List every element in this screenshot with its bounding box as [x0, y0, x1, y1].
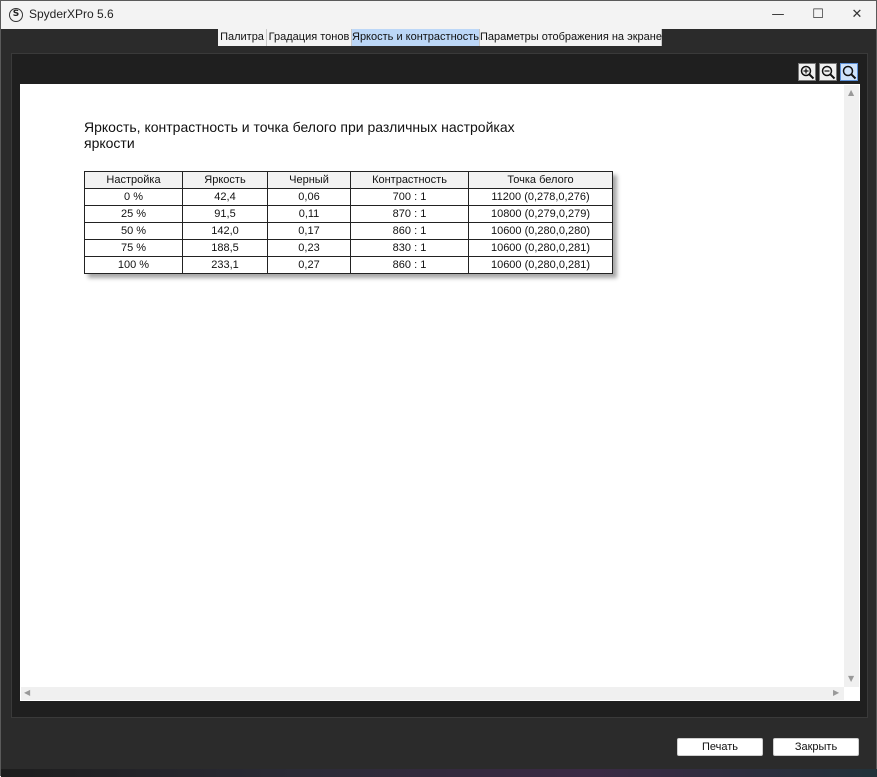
table-cell: 10600 (0,280,0,281): [468, 239, 613, 257]
table-cell: 0,23: [267, 239, 351, 257]
print-button[interactable]: Печать: [677, 738, 763, 756]
tab-display-settings[interactable]: Параметры отображения на экране: [480, 29, 662, 46]
vertical-scrollbar[interactable]: ▲ ▼: [844, 85, 859, 687]
table-cell: 91,5: [182, 205, 268, 223]
zoom-out-icon[interactable]: [819, 63, 837, 81]
table-row: 100 % 233,1 0,27 860 : 1 10600 (0,280,0,…: [84, 256, 613, 274]
maximize-button[interactable]: ☐: [798, 1, 838, 29]
table-cell: 42,4: [182, 188, 268, 206]
table-header-row: Настройка Яркость Черный Контрастность Т…: [84, 171, 613, 189]
minimize-button[interactable]: —: [758, 1, 798, 29]
app-logo-icon: S: [9, 8, 23, 22]
brightness-table: Настройка Яркость Черный Контрастность Т…: [84, 171, 613, 274]
table-cell: 0,27: [267, 256, 351, 274]
table-cell: 0,06: [267, 188, 351, 206]
tab-brightness-contrast[interactable]: Яркость и контрастность: [352, 29, 480, 46]
scroll-down-icon[interactable]: ▼: [848, 675, 854, 683]
scroll-up-icon[interactable]: ▲: [848, 89, 854, 97]
scroll-left-icon[interactable]: ◀: [24, 689, 30, 697]
app-window: S SpyderXPro 5.6 — ☐ ✕ Палитра Градация …: [0, 0, 877, 777]
table-cell: 10800 (0,279,0,279): [468, 205, 613, 223]
zoom-fit-icon[interactable]: [840, 63, 858, 81]
tab-tone-gradation[interactable]: Градация тонов: [267, 29, 352, 46]
table-cell: 11200 (0,278,0,276): [468, 188, 613, 206]
table-cell: 25 %: [84, 205, 183, 223]
column-header: Точка белого: [468, 171, 613, 189]
table-cell: 75 %: [84, 239, 183, 257]
close-window-button[interactable]: ✕: [837, 1, 877, 29]
table-row: 25 % 91,5 0,11 870 : 1 10800 (0,279,0,27…: [84, 205, 613, 223]
table-cell: 10600 (0,280,0,281): [468, 256, 613, 274]
title-bar[interactable]: S SpyderXPro 5.6 — ☐ ✕: [1, 1, 876, 29]
scroll-right-icon[interactable]: ▶: [833, 689, 839, 697]
table-cell: 0 %: [84, 188, 183, 206]
table-cell: 0,17: [267, 222, 351, 240]
table-cell: 870 : 1: [350, 205, 469, 223]
table-cell: 700 : 1: [350, 188, 469, 206]
column-header: Черный: [267, 171, 351, 189]
column-header: Настройка: [84, 171, 183, 189]
table-cell: 0,11: [267, 205, 351, 223]
table-row: 75 % 188,5 0,23 830 : 1 10600 (0,280,0,2…: [84, 239, 613, 257]
table-cell: 860 : 1: [350, 256, 469, 274]
report-title: Яркость, контрастность и точка белого пр…: [84, 119, 515, 151]
tab-strip: Палитра Градация тонов Яркость и контрас…: [1, 29, 876, 46]
window-title: SpyderXPro 5.6: [29, 7, 114, 21]
table-cell: 142,0: [182, 222, 268, 240]
horizontal-scrollbar[interactable]: ◀ ▶: [21, 687, 844, 700]
table-cell: 50 %: [84, 222, 183, 240]
close-button[interactable]: Закрыть: [773, 738, 859, 756]
tab-palette[interactable]: Палитра: [218, 29, 267, 46]
column-header: Яркость: [182, 171, 268, 189]
table-cell: 100 %: [84, 256, 183, 274]
table-cell: 188,5: [182, 239, 268, 257]
table-row: 50 % 142,0 0,17 860 : 1 10600 (0,280,0,2…: [84, 222, 613, 240]
table-row: 0 % 42,4 0,06 700 : 1 11200 (0,278,0,276…: [84, 188, 613, 206]
table-cell: 860 : 1: [350, 222, 469, 240]
column-header: Контрастность: [350, 171, 469, 189]
table-cell: 830 : 1: [350, 239, 469, 257]
zoom-in-icon[interactable]: [798, 63, 816, 81]
table-cell: 233,1: [182, 256, 268, 274]
table-cell: 10600 (0,280,0,280): [468, 222, 613, 240]
